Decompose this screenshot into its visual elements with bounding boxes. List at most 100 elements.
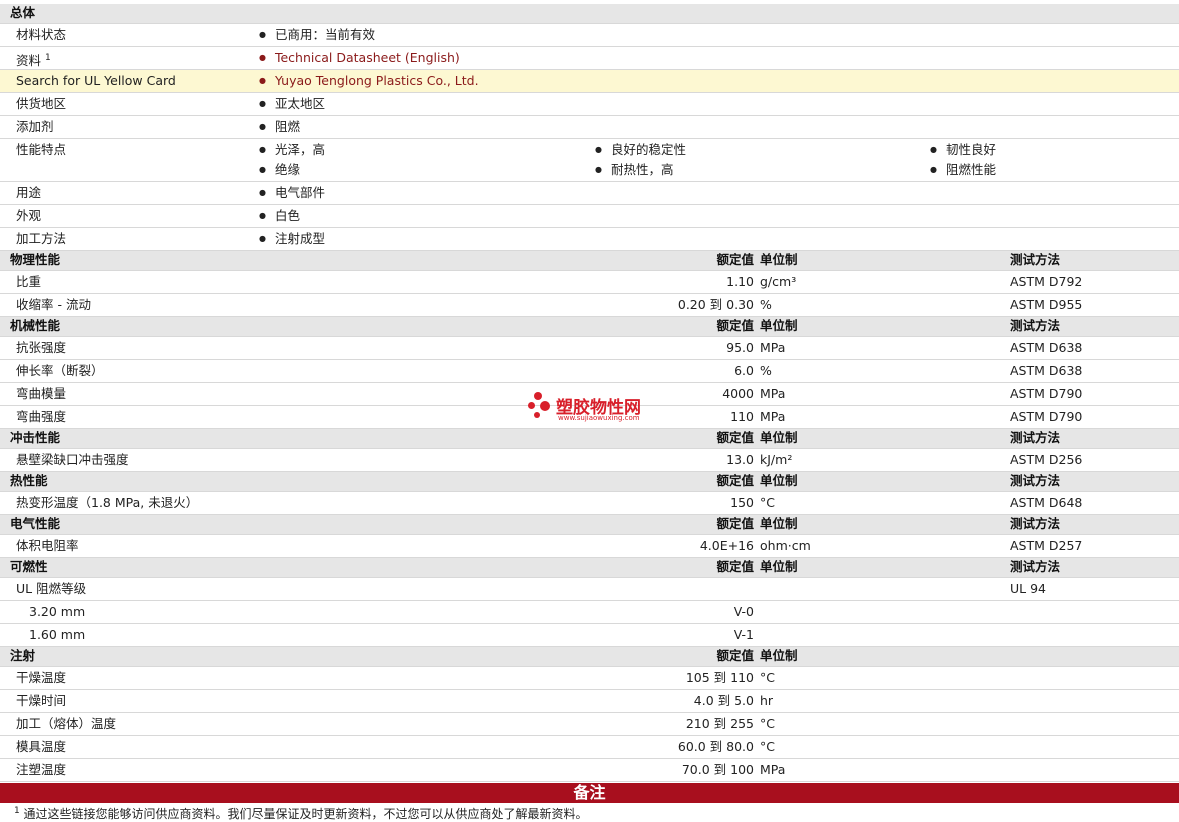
property-value: 耐热性，高 <box>595 159 674 183</box>
general-row: 资料 1 Technical Datasheet (English) <box>0 47 1179 70</box>
property-value: 阻燃性能 <box>930 159 996 183</box>
property-label: 干燥时间 <box>16 693 67 708</box>
test-method: ASTM D790 <box>1010 386 1083 401</box>
general-row: 用途 电气部件 <box>0 182 1179 205</box>
property-label: 性能特点 <box>16 142 67 157</box>
property-row: 干燥温度 105 到 110 °C <box>0 667 1179 690</box>
header-unit: 单位制 <box>760 559 798 574</box>
section-header: 物理性能 额定值 单位制 测试方法 <box>0 251 1179 271</box>
property-row: 热变形温度（1.8 MPa, 未退火） 150 °C ASTM D648 <box>0 492 1179 515</box>
unit-value: % <box>760 363 772 378</box>
section-title: 总体 <box>10 5 36 20</box>
unit-value: °C <box>760 495 775 510</box>
property-label: Search for UL Yellow Card <box>16 73 176 88</box>
test-method: ASTM D257 <box>1010 538 1083 553</box>
property-label: 收缩率 - 流动 <box>16 297 91 312</box>
property-value: 白色 <box>259 205 300 229</box>
property-label: UL 阻燃等级 <box>16 581 87 596</box>
header-nominal: 额定值 <box>716 516 754 531</box>
unit-value: °C <box>760 739 775 754</box>
property-label: 用途 <box>16 185 42 200</box>
general-row: 供货地区 亚太地区 <box>0 93 1179 116</box>
nominal-value: 70.0 到 100 <box>681 762 754 777</box>
nominal-value: 110 <box>730 409 754 424</box>
header-nominal: 额定值 <box>716 318 754 333</box>
property-label: 热变形温度（1.8 MPa, 未退火） <box>16 495 199 510</box>
property-label: 3.20 mm <box>29 604 86 619</box>
test-method: ASTM D792 <box>1010 274 1083 289</box>
unit-value: MPa <box>760 409 786 424</box>
nominal-value: 150 <box>730 495 754 510</box>
test-method: ASTM D790 <box>1010 409 1083 424</box>
header-test-method: 测试方法 <box>1010 430 1061 445</box>
general-row: Search for UL Yellow Card Yuyao Tenglong … <box>0 70 1179 93</box>
section-header-general: 总体 <box>0 4 1179 24</box>
property-label: 材料状态 <box>16 27 67 42</box>
header-test-method: 测试方法 <box>1010 516 1061 531</box>
unit-value: MPa <box>760 762 786 777</box>
property-row: UL 阻燃等级 UL 94 <box>0 578 1179 601</box>
property-row: 比重 1.10 g/cm³ ASTM D792 <box>0 271 1179 294</box>
section-header: 可燃性 额定值 单位制 测试方法 <box>0 558 1179 578</box>
unit-value: °C <box>760 670 775 685</box>
property-label: 弯曲模量 <box>16 386 67 401</box>
property-label: 外观 <box>16 208 42 223</box>
header-test-method: 测试方法 <box>1010 559 1061 574</box>
test-method: UL 94 <box>1010 581 1046 596</box>
property-row: 注塑温度 70.0 到 100 MPa <box>0 759 1179 782</box>
unit-value: MPa <box>760 340 786 355</box>
section-title: 注射 <box>10 648 36 663</box>
property-row: 3.20 mm V-0 <box>0 601 1179 624</box>
header-test-method: 测试方法 <box>1010 252 1061 267</box>
notes-header: 备注 <box>0 783 1179 803</box>
unit-value: % <box>760 297 772 312</box>
property-label: 伸长率（断裂） <box>16 363 104 378</box>
unit-value: MPa <box>760 386 786 401</box>
header-nominal: 额定值 <box>716 559 754 574</box>
datasheet-link[interactable]: Technical Datasheet (English) <box>259 47 460 71</box>
property-value: 已商用：当前有效 <box>259 24 375 48</box>
test-method: ASTM D648 <box>1010 495 1083 510</box>
section-header: 机械性能 额定值 单位制 测试方法 <box>0 317 1179 337</box>
nominal-value: V-0 <box>733 604 754 619</box>
property-value: 电气部件 <box>259 182 325 206</box>
footnote-text: 通过这些链接您能够访问供应商资料。我们尽量保证及时更新资料，不过您可以从供应商处… <box>19 807 588 821</box>
property-row: 悬壁梁缺口冲击强度 13.0 kJ/m² ASTM D256 <box>0 449 1179 472</box>
general-row: 性能特点光泽，高绝缘良好的稳定性耐热性，高韧性良好阻燃性能 <box>0 139 1179 182</box>
test-method: ASTM D256 <box>1010 452 1083 467</box>
footnote: 1 通过这些链接您能够访问供应商资料。我们尽量保证及时更新资料，不过您可以从供应… <box>14 805 588 822</box>
property-label: 抗张强度 <box>16 340 67 355</box>
section-title: 冲击性能 <box>10 430 61 445</box>
header-unit: 单位制 <box>760 473 798 488</box>
test-method: ASTM D955 <box>1010 297 1083 312</box>
general-row: 材料状态 已商用：当前有效 <box>0 24 1179 47</box>
general-row: 外观 白色 <box>0 205 1179 228</box>
header-nominal: 额定值 <box>716 648 754 663</box>
unit-value: kJ/m² <box>760 452 793 467</box>
footnote-marker: 1 <box>45 53 51 63</box>
section-header: 注射 额定值 单位制 <box>0 647 1179 667</box>
nominal-value: 4.0 到 5.0 <box>693 693 754 708</box>
property-label: 体积电阻率 <box>16 538 79 553</box>
section-header: 热性能 额定值 单位制 测试方法 <box>0 472 1179 492</box>
property-label: 悬壁梁缺口冲击强度 <box>16 452 129 467</box>
header-nominal: 额定值 <box>716 252 754 267</box>
property-label: 干燥温度 <box>16 670 67 685</box>
section-header: 冲击性能 额定值 单位制 测试方法 <box>0 429 1179 449</box>
unit-value: g/cm³ <box>760 274 797 289</box>
property-label: 资料 1 <box>16 53 51 69</box>
nominal-value: 95.0 <box>726 340 754 355</box>
header-nominal: 额定值 <box>716 430 754 445</box>
property-value: 阻燃 <box>259 116 300 140</box>
property-label: 比重 <box>16 274 42 289</box>
test-method: ASTM D638 <box>1010 340 1083 355</box>
header-test-method: 测试方法 <box>1010 473 1061 488</box>
nominal-value: 210 到 255 <box>685 716 754 731</box>
property-row: 收缩率 - 流动 0.20 到 0.30% ASTM D955 <box>0 294 1179 317</box>
property-row: 伸长率（断裂） 6.0% ASTM D638 <box>0 360 1179 383</box>
datasheet-link[interactable]: Yuyao Tenglong Plastics Co., Ltd. <box>259 70 479 94</box>
property-value: 亚太地区 <box>259 93 325 117</box>
nominal-value: 4000 <box>722 386 754 401</box>
property-label: 注塑温度 <box>16 762 67 777</box>
section-title: 可燃性 <box>10 559 48 574</box>
